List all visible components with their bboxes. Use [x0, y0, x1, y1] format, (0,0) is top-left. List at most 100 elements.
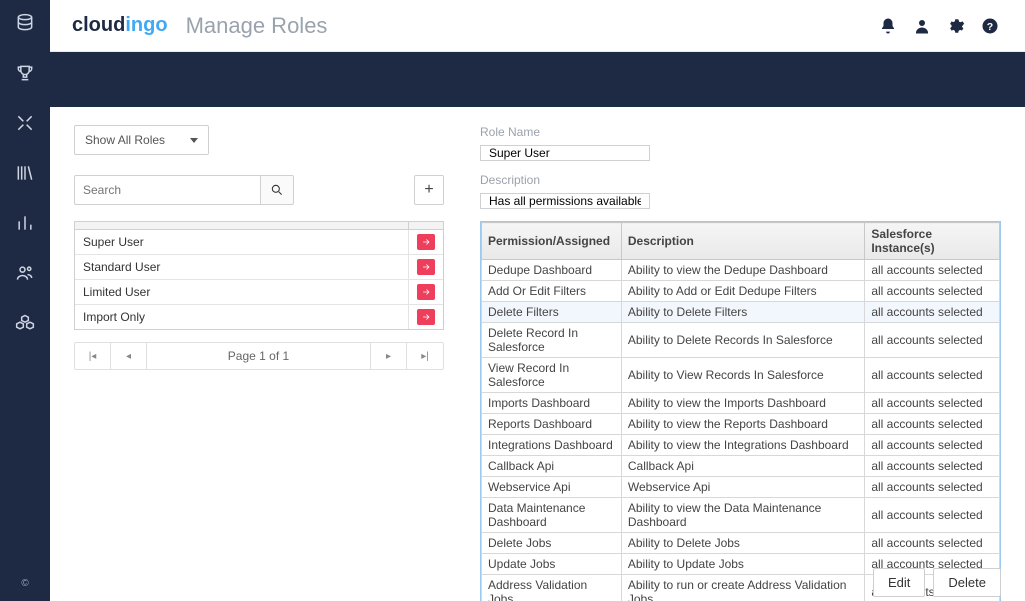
perm-desc-cell: Ability to Update Jobs	[621, 554, 864, 575]
permission-row[interactable]: View Record In Salesforce Ability to Vie…	[482, 358, 1000, 393]
nav-library-icon[interactable]	[14, 162, 36, 184]
perm-desc-cell: Ability to view the Reports Dashboard	[621, 414, 864, 435]
perm-desc-cell: Ability to Delete Records In Salesforce	[621, 323, 864, 358]
role-row: Super User	[75, 230, 443, 255]
perm-inst-cell: all accounts selected	[865, 358, 1000, 393]
permission-row[interactable]: Delete Filters Ability to Delete Filters…	[482, 302, 1000, 323]
permission-row[interactable]: Reports Dashboard Ability to view the Re…	[482, 414, 1000, 435]
role-row: Import Only	[75, 305, 443, 329]
pager-prev-button[interactable]: ◂	[111, 343, 147, 369]
perm-desc-cell: Ability to Delete Filters	[621, 302, 864, 323]
perm-name-cell: Webservice Api	[482, 477, 622, 498]
edit-button[interactable]: Edit	[873, 568, 925, 597]
nav-users-icon[interactable]	[14, 262, 36, 284]
perm-name-cell: Integrations Dashboard	[482, 435, 622, 456]
logo-text-ingo: ingo	[125, 14, 167, 37]
pager-last-button[interactable]: ▸|	[407, 343, 443, 369]
perm-inst-cell: all accounts selected	[865, 302, 1000, 323]
permission-row[interactable]: Data Maintenance Dashboard Ability to vi…	[482, 498, 1000, 533]
nav-trophy-icon[interactable]	[14, 62, 36, 84]
perm-desc-cell: Ability to View Records In Salesforce	[621, 358, 864, 393]
nav-boxes-icon[interactable]	[14, 312, 36, 334]
role-name-cell[interactable]: Super User	[75, 230, 409, 254]
perm-name-cell: Data Maintenance Dashboard	[482, 498, 622, 533]
perm-desc-cell: Ability to view the Data Maintenance Das…	[621, 498, 864, 533]
permission-row[interactable]: Delete Record In Salesforce Ability to D…	[482, 323, 1000, 358]
description-input[interactable]	[480, 193, 650, 209]
perm-name-cell: Add Or Edit Filters	[482, 281, 622, 302]
search-button[interactable]	[260, 175, 294, 205]
delete-button[interactable]: Delete	[933, 568, 1001, 597]
perm-desc-cell: Ability to Delete Jobs	[621, 533, 864, 554]
perm-name-cell: Dedupe Dashboard	[482, 260, 622, 281]
permission-row[interactable]: Imports Dashboard Ability to view the Im…	[482, 393, 1000, 414]
perm-inst-cell: all accounts selected	[865, 323, 1000, 358]
description-label: Description	[480, 173, 1001, 187]
show-roles-dropdown[interactable]: Show All Roles	[74, 125, 209, 155]
left-nav: ©	[0, 0, 50, 601]
role-name-cell[interactable]: Import Only	[75, 305, 409, 329]
nav-database-icon[interactable]	[14, 12, 36, 34]
perm-inst-cell: all accounts selected	[865, 498, 1000, 533]
role-name-cell[interactable]: Standard User	[75, 255, 409, 279]
nav-tools-icon[interactable]	[14, 112, 36, 134]
perm-desc-cell: Ability to view the Imports Dashboard	[621, 393, 864, 414]
user-icon[interactable]	[909, 13, 935, 39]
perm-name-cell: Reports Dashboard	[482, 414, 622, 435]
copyright: ©	[21, 578, 28, 589]
pager-label: Page 1 of 1	[147, 343, 371, 369]
role-goto-button[interactable]	[417, 234, 435, 250]
permissions-table: Permission/Assigned Description Salesfor…	[481, 222, 1000, 601]
pager-first-button[interactable]: |◂	[75, 343, 111, 369]
role-name-input[interactable]	[480, 145, 650, 161]
role-row: Standard User	[75, 255, 443, 280]
perm-inst-cell: all accounts selected	[865, 435, 1000, 456]
chevron-down-icon	[190, 138, 198, 143]
role-name-cell[interactable]: Limited User	[75, 280, 409, 304]
perm-inst-cell: all accounts selected	[865, 281, 1000, 302]
col-header-instances[interactable]: Salesforce Instance(s)	[865, 223, 1000, 260]
add-role-button[interactable]: +	[414, 175, 444, 205]
perm-name-cell: Delete Record In Salesforce	[482, 323, 622, 358]
perm-desc-cell: Ability to view the Dedupe Dashboard	[621, 260, 864, 281]
permission-row[interactable]: Dedupe Dashboard Ability to view the Ded…	[482, 260, 1000, 281]
perm-desc-cell: Ability to Add or Edit Dedupe Filters	[621, 281, 864, 302]
permission-row[interactable]: Callback Api Callback Api all accounts s…	[482, 456, 1000, 477]
role-row: Limited User	[75, 280, 443, 305]
role-name-label: Role Name	[480, 125, 1001, 139]
roles-pager: |◂ ◂ Page 1 of 1 ▸ ▸|	[74, 342, 444, 370]
logo-text-cloud: cloud	[72, 14, 125, 37]
gear-icon[interactable]	[943, 13, 969, 39]
bell-icon[interactable]	[875, 13, 901, 39]
perm-name-cell: Callback Api	[482, 456, 622, 477]
role-goto-button[interactable]	[417, 309, 435, 325]
topbar: cloudingo Manage Roles ?	[50, 0, 1025, 52]
permission-row[interactable]: Webservice Api Webservice Api all accoun…	[482, 477, 1000, 498]
banner	[50, 52, 1025, 107]
permission-row[interactable]: Add Or Edit Filters Ability to Add or Ed…	[482, 281, 1000, 302]
page-title: Manage Roles	[186, 13, 328, 39]
nav-chart-icon[interactable]	[14, 212, 36, 234]
svg-text:?: ?	[987, 20, 993, 32]
col-header-description[interactable]: Description	[621, 223, 864, 260]
perm-desc-cell: Callback Api	[621, 456, 864, 477]
permission-row[interactable]: Integrations Dashboard Ability to view t…	[482, 435, 1000, 456]
help-icon[interactable]: ?	[977, 13, 1003, 39]
perm-name-cell: Delete Filters	[482, 302, 622, 323]
perm-name-cell: View Record In Salesforce	[482, 358, 622, 393]
role-goto-button[interactable]	[417, 284, 435, 300]
dropdown-label: Show All Roles	[85, 133, 165, 147]
perm-inst-cell: all accounts selected	[865, 260, 1000, 281]
perm-desc-cell: Ability to view the Integrations Dashboa…	[621, 435, 864, 456]
search-input[interactable]	[74, 175, 260, 205]
col-header-permission[interactable]: Permission/Assigned	[482, 223, 622, 260]
permission-row[interactable]: Delete Jobs Ability to Delete Jobs all a…	[482, 533, 1000, 554]
perm-inst-cell: all accounts selected	[865, 456, 1000, 477]
logo[interactable]: cloudingo	[72, 14, 168, 37]
perm-inst-cell: all accounts selected	[865, 477, 1000, 498]
perm-desc-cell: Webservice Api	[621, 477, 864, 498]
role-goto-button[interactable]	[417, 259, 435, 275]
pager-next-button[interactable]: ▸	[371, 343, 407, 369]
perm-inst-cell: all accounts selected	[865, 393, 1000, 414]
perm-desc-cell: Ability to run or create Address Validat…	[621, 575, 864, 601]
